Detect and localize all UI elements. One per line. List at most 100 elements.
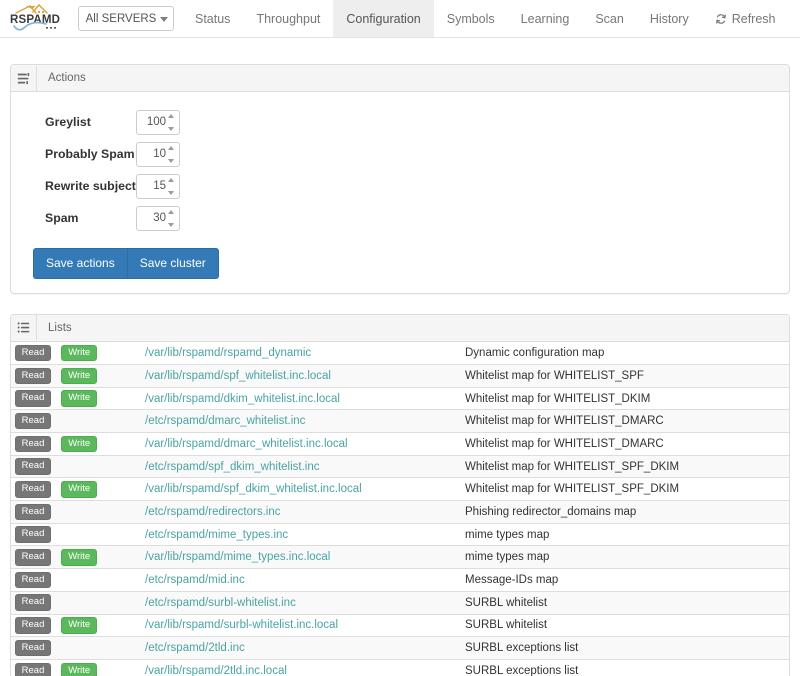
svg-text:RSPAMD: RSPAMD [10, 14, 60, 26]
spam-stepper[interactable] [136, 205, 180, 231]
read-button[interactable]: Read [15, 526, 51, 543]
row-description: Whitelist map for WHITELIST_DMARC [465, 432, 789, 456]
row-path: /etc/rspamd/mid.inc [145, 568, 465, 592]
read-button[interactable]: Read [15, 390, 51, 407]
read-button[interactable]: Read [15, 503, 51, 521]
path-link[interactable]: /var/lib/rspamd/mime_types.inc.local [145, 551, 330, 563]
table-row: Read /etc/rspamd/2tld.inc SURBL exceptio… [11, 636, 789, 660]
nav-item-scan[interactable]: Scan [582, 0, 637, 37]
nav-item-status[interactable]: Status [182, 0, 243, 37]
row-description: Phishing redirector_domains map [465, 500, 789, 524]
nav-item-configuration[interactable]: Configuration [333, 0, 434, 37]
probably-spam-input[interactable] [136, 141, 180, 167]
save-cluster-button[interactable]: Save cluster [126, 248, 219, 279]
table-row: Read Write /var/lib/rspamd/dmarc_whiteli… [11, 432, 789, 456]
table-row: Read Write /var/lib/rspamd/rspamd_dynami… [11, 341, 789, 365]
read-button[interactable]: Read [15, 458, 51, 475]
lists-table-body: Read Write /var/lib/rspamd/rspamd_dynami… [11, 341, 789, 676]
write-button[interactable]: Write [61, 367, 98, 385]
server-select[interactable]: All SERVERS [78, 6, 174, 31]
form-row-rewrite-subject: Rewrite subject [11, 170, 789, 202]
brand-logo[interactable]: RSPAMD [0, 0, 74, 37]
save-actions-button[interactable]: Save actions [33, 248, 127, 279]
actions-panel-body: Greylist Probably Spam Rewrite subject [11, 92, 789, 293]
row-actions: Read [11, 500, 145, 524]
read-button[interactable]: Read [15, 662, 51, 676]
path-link[interactable]: /var/lib/rspamd/2tld.inc.local [145, 665, 287, 676]
path-link[interactable]: /var/lib/rspamd/spf_dkim_whitelist.inc.l… [145, 483, 362, 495]
read-button[interactable]: Read [15, 639, 51, 657]
table-row: Read Write /var/lib/rspamd/spf_whitelist… [11, 363, 789, 388]
row-description: mime types map [465, 522, 789, 546]
nav-item-history[interactable]: History [637, 0, 702, 37]
greylist-stepper[interactable] [136, 109, 180, 135]
read-button[interactable]: Read [15, 412, 51, 430]
row-actions: Read Write [11, 342, 145, 365]
read-button[interactable]: Read [15, 435, 51, 453]
row-actions: Read Write [11, 477, 145, 501]
nav-label: Scan [595, 11, 624, 26]
form-row-probably-spam: Probably Spam [11, 138, 789, 170]
rewrite-subject-input[interactable] [136, 173, 180, 199]
table-row: Read /etc/rspamd/mime_types.inc mime typ… [11, 522, 789, 546]
nav-label: Learning [520, 11, 570, 26]
path-link[interactable]: /etc/rspamd/2tld.inc [145, 642, 245, 654]
nav-item-symbols[interactable]: Symbols [434, 0, 508, 37]
write-button[interactable]: Write [61, 390, 98, 407]
read-button[interactable]: Read [15, 617, 51, 634]
row-path: /etc/rspamd/spf_dkim_whitelist.inc [145, 454, 465, 478]
path-link[interactable]: /var/lib/rspamd/rspamd_dynamic [145, 347, 311, 359]
read-button[interactable]: Read [15, 481, 51, 498]
write-button[interactable]: Write [61, 435, 98, 453]
write-button[interactable]: Write [61, 344, 98, 362]
row-actions: Read Write [11, 545, 145, 569]
read-button[interactable]: Read [15, 549, 51, 566]
row-description: Message-IDs map [465, 568, 789, 592]
path-link[interactable]: /etc/rspamd/mid.inc [145, 574, 245, 586]
rewrite-subject-stepper[interactable] [136, 173, 180, 199]
write-button[interactable]: Write [61, 549, 98, 566]
row-path: /var/lib/rspamd/dkim_whitelist.inc.local [145, 386, 465, 410]
spam-input[interactable] [136, 205, 180, 231]
lists-table: Read Write /var/lib/rspamd/rspamd_dynami… [11, 341, 789, 676]
table-row: Read Write /var/lib/rspamd/spf_dkim_whit… [11, 477, 789, 501]
read-button[interactable]: Read [15, 594, 51, 611]
nav-item-throughput[interactable]: Throughput [243, 0, 333, 37]
write-button[interactable]: Write [61, 662, 98, 676]
greylist-input[interactable] [136, 109, 180, 135]
row-path: /var/lib/rspamd/2tld.inc.local [145, 658, 465, 676]
path-link[interactable]: /var/lib/rspamd/dmarc_whitelist.inc.loca… [145, 438, 348, 450]
actions-panel-header: Actions [11, 65, 789, 92]
path-link[interactable]: /var/lib/rspamd/dkim_whitelist.inc.local [145, 393, 340, 405]
path-link[interactable]: /etc/rspamd/spf_dkim_whitelist.inc [145, 461, 319, 473]
read-button[interactable]: Read [15, 571, 51, 589]
form-row-spam: Spam [11, 202, 789, 234]
app-root: RSPAMD All SERVERS Status Throughput Con… [0, 0, 800, 676]
write-button[interactable]: Write [61, 617, 98, 634]
rspamd-logo-icon: RSPAMD [6, 2, 68, 35]
nav-item-disconnect[interactable]: Disconnect [789, 0, 800, 37]
probably-spam-stepper[interactable] [136, 141, 180, 167]
nav-item-learning[interactable]: Learning [508, 0, 583, 37]
read-button[interactable]: Read [15, 367, 51, 385]
path-link[interactable]: /etc/rspamd/dmarc_whitelist.inc [145, 415, 305, 427]
rewrite-subject-label: Rewrite subject [45, 179, 136, 193]
nav-item-refresh[interactable]: Refresh [702, 0, 789, 37]
sliders-icon [11, 65, 37, 91]
top-navbar: RSPAMD All SERVERS Status Throughput Con… [0, 0, 800, 38]
path-link[interactable]: /var/lib/rspamd/surbl-whitelist.inc.loca… [145, 619, 338, 631]
nav-label: Symbols [446, 11, 495, 26]
path-link[interactable]: /etc/rspamd/redirectors.inc [145, 506, 281, 518]
path-link[interactable]: /etc/rspamd/mime_types.inc [145, 529, 288, 541]
row-actions: Read [11, 522, 145, 546]
table-row: Read /etc/rspamd/surbl-whitelist.inc SUR… [11, 590, 789, 615]
actions-panel: Actions Greylist Probably Spam Rewrite s… [10, 64, 790, 294]
lists-panel-body: Read Write /var/lib/rspamd/rspamd_dynami… [11, 341, 789, 676]
read-button[interactable]: Read [15, 344, 51, 362]
write-button[interactable]: Write [61, 481, 98, 498]
lists-panel-header: Lists [11, 314, 789, 342]
path-link[interactable]: /var/lib/rspamd/spf_whitelist.inc.local [145, 370, 331, 382]
row-description: mime types map [465, 545, 789, 569]
path-link[interactable]: /etc/rspamd/surbl-whitelist.inc [145, 597, 296, 609]
row-description: Whitelist map for WHITELIST_DMARC [465, 409, 789, 433]
